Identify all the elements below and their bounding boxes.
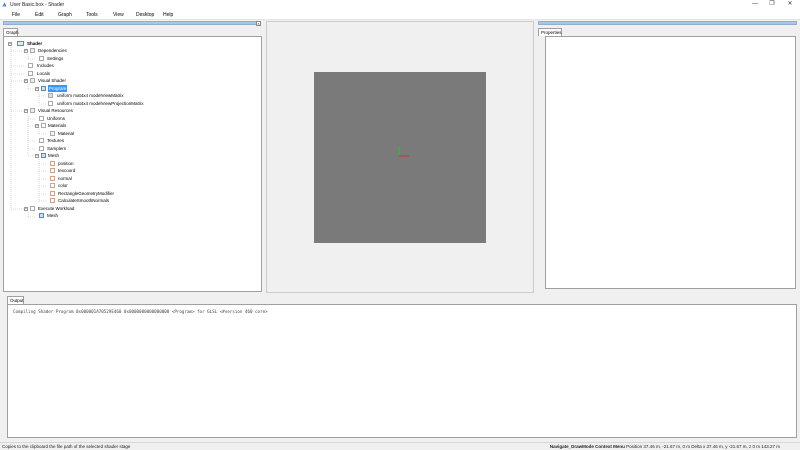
app-logo-icon [2,2,7,7]
status-coordinates: Navigate_DrawMode Context Menu Position … [550,444,780,449]
attribute-icon [50,183,55,188]
render-viewport[interactable] [314,72,486,243]
window-title: User Basic.box - Shader [10,1,65,8]
modifier-icon [50,191,55,196]
output-log-text: Compiling Shader Program 0x000001A70529E… [13,309,268,314]
graph-dock-handle[interactable] [3,21,259,25]
minimize-button[interactable]: — [746,0,764,9]
material-icon [50,131,55,136]
tree-node-label: Visual Shader [38,78,66,83]
menu-view[interactable]: View [113,12,124,18]
collapse-toggle-icon[interactable]: − [24,48,28,53]
file-icon [28,71,33,76]
collapse-toggle-icon[interactable]: − [35,86,39,91]
title-bar: User Basic.box - Shader — ❐ ✕ [0,0,800,9]
tab-graph[interactable]: Graph [3,28,19,36]
tree-node-label: Samplers [47,146,67,151]
folder-icon [30,48,35,53]
menu-tools[interactable]: Tools [86,12,98,18]
properties-panel [545,36,796,289]
axis-gizmo [398,146,409,157]
settings-icon [39,56,44,61]
tree-node-label: Locals [37,71,51,76]
attribute-icon [50,176,55,181]
mesh-icon [39,213,44,218]
file-icon [39,146,44,151]
tree-node-label: Visual Resources [38,108,73,113]
properties-dock-handle[interactable] [538,21,797,25]
tab-output[interactable]: Output [7,296,24,304]
uniform-icon [48,93,53,98]
tree-node-label: uniform mat4x4 modelViewProjectionMatrix [57,101,144,106]
tree-node-label: RectangleGeometryModifier [58,191,115,196]
collapse-toggle-icon[interactable]: − [24,78,28,83]
tree-node-label: Execute Workload [38,206,75,211]
status-mode: Navigate_DrawMode Context Menu [549,444,625,449]
close-button[interactable]: ✕ [781,0,799,9]
maximize-button[interactable]: ❐ [763,0,781,9]
tree-node-label: Mesh [47,213,59,218]
tree-node-label: position [58,161,74,166]
file-icon [28,63,33,68]
mesh-icon [41,153,46,158]
collapse-toggle-icon[interactable]: − [35,153,39,158]
uniform-icon [48,101,53,106]
graph-tree-panel: − Shader − Dependencies Settings Include… [3,36,262,292]
attribute-icon [50,161,55,166]
workload-icon [30,206,35,211]
program-icon [41,86,46,91]
tree-node-label: color [58,183,68,188]
tree-node-label: Textures [47,138,65,143]
modifier-icon [50,198,55,203]
tree-node-label: Dependencies [38,48,67,53]
collapse-toggle-icon[interactable]: − [24,206,28,211]
collapse-toggle-icon[interactable]: − [8,41,12,46]
menu-edit[interactable]: Edit [35,12,44,18]
tree-node-label: Program [48,85,68,92]
tree-node-label: normal [58,176,72,181]
collapse-toggle-icon[interactable]: − [35,123,39,128]
menu-help[interactable]: Help [163,12,173,18]
status-position: Position 37.46 m, -21.67 m, 0 m Delta x … [626,444,780,449]
menu-graph[interactable]: Graph [58,12,72,18]
status-message: Copies to the clipboard the file path of… [2,444,131,449]
output-panel [7,304,797,438]
graph-dock-close-button[interactable]: × [256,21,261,26]
tree-node-label: Mesh [48,153,60,158]
shader-icon [17,41,24,46]
folder-icon [41,123,46,128]
menu-file[interactable]: File [12,12,20,18]
status-bar: Copies to the clipboard the file path of… [0,442,800,450]
tree-node-label: Uniforms [47,116,66,121]
tree-node-label: uniform mat4x4 modelViewMatrix [57,93,124,98]
collapse-toggle-icon[interactable]: − [24,108,28,113]
tree-node-label: texcoord [58,168,76,173]
tree-node-label: Shader [27,41,43,46]
file-icon [39,116,44,121]
tree-node-label: CalculateSmoothNormals [58,198,110,203]
application-window: User Basic.box - Shader — ❐ ✕ File Edit … [0,0,800,450]
folder-icon [30,108,35,113]
folder-icon [30,78,35,83]
menu-desktop[interactable]: Desktop [136,12,154,18]
tree-node-label: Includes [37,63,54,68]
tree-node-label: Settings [47,56,64,61]
tree-node-label: Material [58,131,75,136]
tab-properties[interactable]: Properties [538,28,562,36]
tree-node-label: Materials [48,123,67,128]
file-icon [39,138,44,143]
menu-bar: File Edit Graph Tools View Desktop Help [0,9,800,20]
attribute-icon [50,168,55,173]
